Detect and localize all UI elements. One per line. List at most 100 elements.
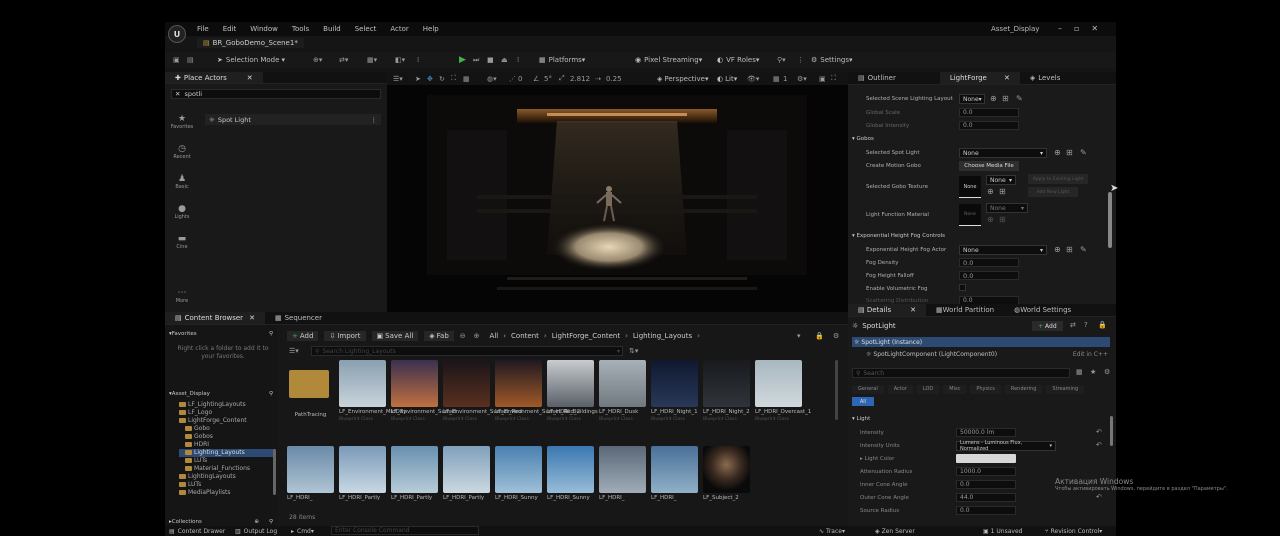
inner-cone-field[interactable]: 0.0 — [956, 480, 1016, 489]
browse-asset-icon[interactable]: ⊞ — [999, 187, 1006, 196]
category-recent[interactable]: ◷ Recent — [165, 144, 199, 160]
spot-light-result[interactable]: ☼ Spot Light ⋮ — [205, 114, 381, 125]
eject-icon[interactable]: ⏏ — [501, 56, 508, 64]
rot-snap-value[interactable]: 5° — [544, 75, 552, 83]
maximize-icon[interactable]: ▫ — [1074, 24, 1079, 33]
tab-content-browser[interactable]: ▤ Content Browser ✕ — [165, 312, 265, 324]
category-lights[interactable]: ● Lights — [165, 204, 199, 220]
filter-rendering[interactable]: Rendering — [1004, 385, 1043, 394]
menu-file[interactable]: File — [197, 25, 209, 33]
reset-icon[interactable]: ↶ — [1096, 441, 1102, 449]
grid-snap-icon[interactable]: ⋰ — [509, 75, 516, 83]
choose-media-button[interactable]: Choose Media File — [959, 161, 1019, 171]
menu-help[interactable]: Help — [423, 25, 439, 33]
fog-actor-dropdown[interactable]: None ▾ — [959, 245, 1047, 255]
breadcrumb-all[interactable]: All — [490, 332, 499, 340]
cb-search-input[interactable]: ⚲ Search Lighting_Layouts ▾ — [311, 346, 623, 356]
filter-misc[interactable]: Misc — [943, 385, 967, 394]
browse-asset-icon[interactable]: ⊞ — [1002, 94, 1009, 103]
add-actor-icon[interactable]: ⊕▾ — [313, 56, 322, 64]
zen-server-button[interactable]: ◈ Zen Server — [875, 528, 915, 535]
browse-asset-icon[interactable]: ⊞ — [999, 215, 1006, 224]
scale-icon[interactable]: ⛶ — [451, 74, 456, 83]
category-more[interactable]: ⋯ More — [165, 288, 199, 304]
scale-snap-icon[interactable]: ⤢ — [559, 74, 565, 83]
filter-icon[interactable]: ☰▾ — [289, 347, 299, 355]
use-selected-icon[interactable]: ⊕ — [1054, 245, 1061, 254]
asset-thumbnail[interactable] — [443, 360, 490, 407]
surface-snap-icon[interactable]: ▦ — [463, 75, 470, 83]
browse-asset-icon[interactable]: ⊞ — [1066, 245, 1073, 254]
filter-general[interactable]: General — [852, 385, 884, 394]
menu-select[interactable]: Select — [355, 25, 377, 33]
scale-snap-value[interactable]: 2.812 — [570, 75, 590, 83]
global-scale-field[interactable]: 0.0 — [959, 108, 1019, 117]
use-selected-icon[interactable]: ⊕ — [990, 94, 997, 103]
selected-layout-dropdown[interactable]: None ▾ — [959, 94, 985, 104]
tab-details[interactable]: ▤ Details ✕ — [848, 304, 926, 316]
instance-row[interactable]: ☼ SpotLight (Instance) — [852, 337, 1110, 347]
cinematics-icon[interactable]: ▦▾ — [367, 56, 377, 64]
lit-button[interactable]: ◐ Lit ▾ — [717, 75, 737, 83]
asset-thumbnail[interactable] — [391, 446, 438, 493]
tree-item[interactable]: MediaPlaylists — [179, 489, 275, 497]
scattering-field[interactable]: 0.0 — [959, 296, 1019, 304]
search-icon[interactable]: ⚲ — [269, 519, 273, 525]
filter-actor[interactable]: Actor — [887, 385, 913, 394]
asset-thumbnail[interactable] — [651, 360, 698, 407]
settings-button[interactable]: ⚙ Settings ▾ — [811, 56, 853, 64]
light-function-dropdown[interactable]: None ▾ — [986, 203, 1028, 213]
tree-item[interactable]: LUTs — [179, 481, 275, 489]
filter-streaming[interactable]: Streaming — [1046, 385, 1085, 394]
filter-physics[interactable]: Physics — [970, 385, 1001, 394]
clear-search-icon[interactable]: ✕ — [175, 90, 180, 98]
eyedropper-icon[interactable]: ✎ — [1080, 148, 1087, 157]
fog-density-field[interactable]: 0.0 — [959, 258, 1019, 267]
grid-count-value[interactable]: 1 — [783, 75, 787, 83]
vf-roles-button[interactable]: ◐ VF Roles ▾ — [717, 56, 759, 64]
cmd-button[interactable]: ▸ Cmd ▾ — [291, 528, 314, 535]
eyedropper-icon[interactable]: ✎ — [1016, 94, 1023, 103]
intensity-field[interactable]: 50000.0 lm — [956, 428, 1016, 437]
asset-grid-scrollbar[interactable] — [835, 360, 838, 420]
collections-header[interactable]: ▸ Collections ⊕ ⚲ — [169, 519, 273, 525]
category-basic[interactable]: ♟ Basic — [165, 174, 199, 190]
asset-root-header[interactable]: ▾ Asset_Display ⚲ — [169, 391, 273, 397]
light-function-thumbnail[interactable]: None — [959, 204, 981, 226]
selection-mode-button[interactable]: ➤ Selection Mode ▾ — [217, 56, 285, 64]
menu-edit[interactable]: Edit — [223, 25, 237, 33]
close-icon[interactable]: ✕ — [249, 314, 255, 322]
revision-control-button[interactable]: ⑂ Revision Control ▾ — [1045, 528, 1102, 535]
asset-thumbnail[interactable] — [339, 360, 386, 407]
fog-falloff-field[interactable]: 0.0 — [959, 271, 1019, 280]
volumetric-fog-checkbox[interactable] — [959, 284, 966, 291]
mode-extra-icon[interactable]: ⁞ — [417, 56, 419, 64]
level-tab[interactable]: ▤ BR_GoboDemo_Scene1* — [197, 38, 304, 48]
tree-item[interactable]: Material_Functions — [179, 465, 275, 473]
gobo-texture-dropdown[interactable]: None ▾ — [986, 175, 1016, 185]
edit-cpp-link[interactable]: Edit in C++ — [1073, 351, 1108, 358]
tree-item[interactable]: LF_LightingLayouts — [179, 401, 275, 409]
asset-thumbnail[interactable] — [599, 360, 646, 407]
close-icon[interactable]: ✕ — [1004, 74, 1010, 82]
tab-lightforge[interactable]: LightForge ✕ — [939, 72, 1020, 84]
cb-fab-button[interactable]: ◈ Fab — [424, 331, 454, 341]
attenuation-field[interactable]: 1000.0 — [956, 467, 1016, 476]
asset-thumbnail[interactable] — [287, 446, 334, 493]
tree-item[interactable]: LF_Logo — [179, 409, 275, 417]
gear-icon[interactable]: ⚙ — [833, 332, 839, 340]
viewport-menu-icon[interactable]: ☰▾ — [393, 75, 403, 83]
asset-thumbnail[interactable] — [391, 360, 438, 407]
component-row[interactable]: ☼ SpotLightComponent (LightComponent0) E… — [852, 349, 1110, 359]
asset-thumbnail[interactable] — [755, 360, 802, 407]
gobos-section[interactable]: ▾ Gobos — [852, 136, 874, 142]
folder-icon[interactable] — [289, 370, 329, 398]
tree-scrollbar[interactable] — [273, 449, 276, 495]
camera-speed-icon[interactable]: ⇢ — [595, 75, 601, 83]
drag-handle-icon[interactable]: ⋮ — [371, 116, 378, 124]
filter-lod[interactable]: LOD — [916, 385, 940, 394]
close-icon[interactable]: ✕ — [247, 74, 253, 82]
fog-section[interactable]: ▾ Exponential Height Fog Controls — [852, 233, 945, 239]
breadcrumb-lighting-layouts[interactable]: Lighting_Layouts — [633, 332, 692, 340]
content-drawer-button[interactable]: ▤ Content Drawer — [169, 528, 225, 535]
